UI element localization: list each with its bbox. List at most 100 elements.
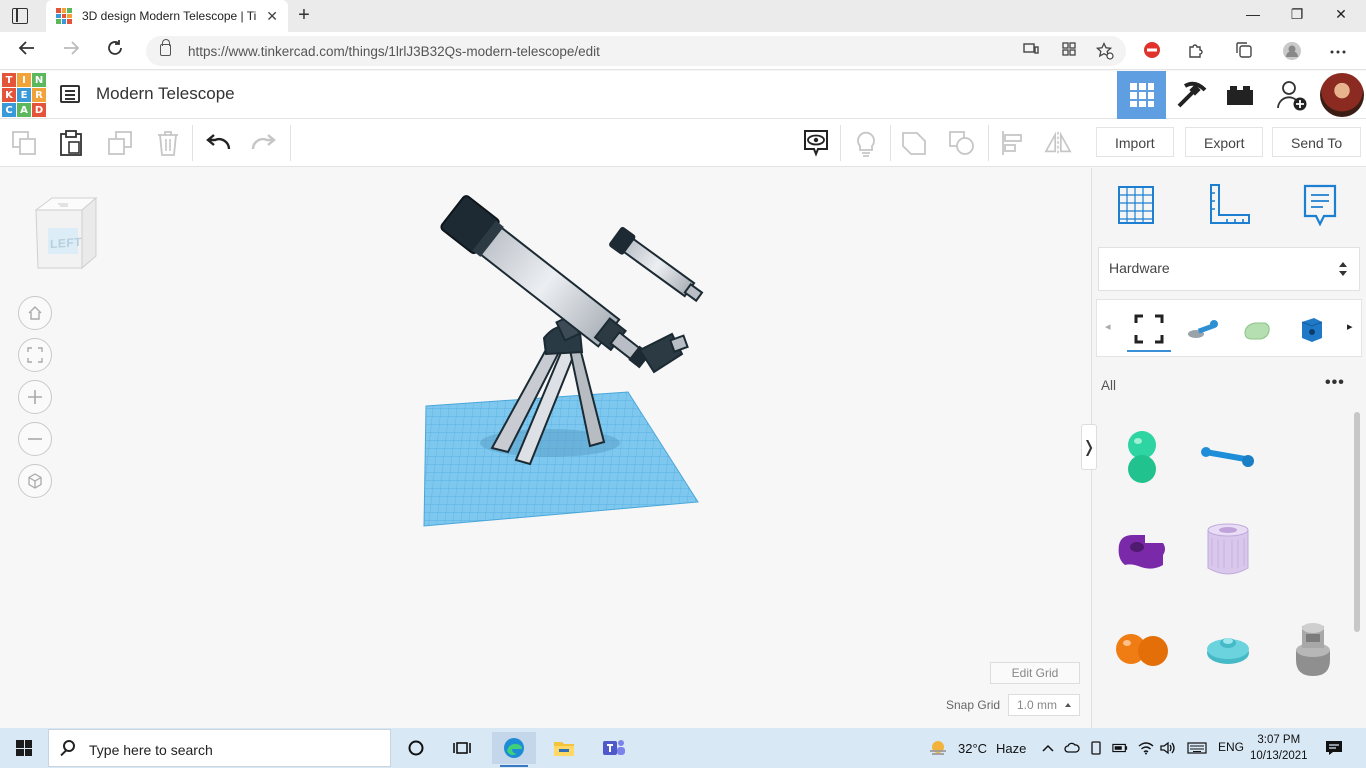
zoom-in-button[interactable] — [18, 380, 52, 414]
group-shapes-icon[interactable] — [900, 129, 928, 157]
workplane-canvas[interactable]: LEFT Edit Grid Snap Grid 1.0 mm — [0, 168, 1090, 728]
show-hidden-icons-chevron-icon[interactable] — [1040, 740, 1056, 756]
library-category-strip: ◂ ▸ — [1096, 299, 1362, 357]
minus-icon — [28, 438, 42, 440]
device-icon[interactable] — [1088, 740, 1104, 756]
invite-user-button[interactable] — [1268, 71, 1317, 119]
category-all-button[interactable] — [1127, 308, 1171, 352]
delete-trash-icon[interactable] — [154, 129, 182, 157]
notes-visibility-icon[interactable] — [802, 129, 830, 157]
browser-menu-icon[interactable] — [1328, 41, 1348, 61]
keyboard-icon[interactable] — [1186, 740, 1208, 756]
close-window-button[interactable]: ✕ — [1326, 6, 1356, 26]
shape-lavender-spool[interactable] — [1193, 514, 1263, 584]
apps-icon[interactable] — [1060, 42, 1078, 60]
import-button[interactable]: Import — [1096, 127, 1174, 157]
task-view-icon[interactable] — [440, 732, 484, 764]
edge-taskbar-icon[interactable] — [492, 732, 536, 767]
telescope-model[interactable] — [410, 168, 720, 538]
ruler-tool-button[interactable] — [1206, 182, 1252, 228]
snap-grid-value: 1.0 mm — [1017, 698, 1058, 712]
extensions-puzzle-icon[interactable] — [1186, 41, 1206, 61]
grid-view-icon — [1129, 83, 1154, 107]
minimize-button[interactable]: — — [1238, 6, 1268, 26]
tab-close-icon[interactable]: ✕ — [266, 8, 278, 25]
redo-icon[interactable] — [250, 129, 278, 157]
send-to-button[interactable]: Send To — [1272, 127, 1362, 157]
url-text: https://www.tinkercad.com/things/1lrlJ3B… — [188, 44, 600, 59]
refresh-icon[interactable] — [102, 38, 128, 64]
collections-icon[interactable] — [1234, 41, 1254, 61]
duplicate-icon[interactable] — [106, 129, 134, 157]
lightbulb-icon[interactable] — [852, 129, 880, 157]
weather-haze-icon[interactable] — [928, 738, 948, 758]
battery-icon[interactable] — [1112, 740, 1128, 756]
collapse-panel-button[interactable]: ❭ — [1081, 424, 1097, 470]
notifications-icon[interactable] — [1324, 740, 1344, 756]
edit-grid-button[interactable]: Edit Grid — [990, 662, 1080, 684]
undo-icon[interactable] — [204, 129, 232, 157]
shape-orange-double-sphere[interactable] — [1107, 614, 1177, 684]
browser-tab[interactable]: 3D design Modern Telescope | Ti ✕ — [46, 0, 288, 32]
profile-icon[interactable] — [1282, 41, 1302, 61]
reading-view-icon[interactable] — [1022, 42, 1040, 60]
design-title[interactable]: Modern Telescope — [96, 84, 235, 104]
logo-letter-e: E — [17, 88, 31, 102]
align-icon[interactable] — [998, 129, 1026, 157]
paste-icon[interactable] — [57, 129, 85, 157]
strip-next-icon[interactable]: ▸ — [1347, 320, 1353, 333]
new-tab-button[interactable]: + — [292, 4, 316, 28]
category-bolts-button[interactable] — [1181, 308, 1225, 352]
user-avatar[interactable] — [1320, 73, 1364, 117]
forward-arrow-icon[interactable] — [58, 38, 84, 64]
weather-description[interactable]: Haze — [996, 741, 1026, 756]
tinkercad-logo[interactable]: TIN KER CAD — [2, 73, 46, 117]
cube-icon — [28, 473, 42, 489]
pickaxe-icon — [1177, 81, 1206, 108]
notes-tool-button[interactable] — [1297, 182, 1343, 228]
adblock-extension-icon[interactable] — [1142, 41, 1162, 61]
taskbar-search-box[interactable]: Type here to search — [48, 729, 391, 767]
3d-design-view-button[interactable] — [1117, 71, 1166, 119]
cortana-icon[interactable] — [394, 732, 438, 764]
shape-teal-knob[interactable] — [1193, 614, 1263, 684]
zoom-out-button[interactable] — [18, 422, 52, 456]
wifi-icon[interactable] — [1138, 740, 1154, 756]
input-language[interactable]: ENG — [1218, 740, 1244, 754]
file-explorer-icon[interactable] — [542, 732, 586, 764]
home-view-button[interactable] — [18, 296, 52, 330]
volume-icon[interactable] — [1160, 740, 1176, 756]
export-button[interactable]: Export — [1185, 127, 1264, 157]
design-menu-icon[interactable] — [60, 85, 80, 103]
url-field[interactable]: https://www.tinkercad.com/things/1lrlJ3B… — [146, 36, 1126, 66]
tab-actions-icon[interactable] — [12, 8, 28, 24]
ungroup-shapes-icon[interactable] — [948, 129, 976, 157]
panel-scrollbar[interactable] — [1354, 412, 1360, 632]
bricks-button[interactable] — [1215, 71, 1264, 119]
shape-purple-bracket[interactable] — [1107, 514, 1177, 584]
onedrive-cloud-icon[interactable] — [1064, 740, 1080, 756]
category-blocks-button[interactable] — [1289, 308, 1333, 352]
more-options-button[interactable]: ••• — [1325, 374, 1345, 392]
projection-toggle-button[interactable] — [18, 464, 52, 498]
copy-icon[interactable] — [10, 129, 38, 157]
category-clips-button[interactable] — [1235, 308, 1279, 352]
fit-view-button[interactable] — [18, 338, 52, 372]
shape-blue-axle[interactable] — [1193, 422, 1263, 492]
shape-gray-valve[interactable] — [1278, 614, 1348, 684]
shape-green-double-sphere[interactable] — [1107, 422, 1177, 492]
favorite-star-icon[interactable] — [1095, 41, 1114, 60]
plus-icon — [28, 390, 42, 404]
strip-prev-icon[interactable]: ◂ — [1105, 320, 1111, 333]
taskbar-clock[interactable]: 3:07 PM 10/13/2021 — [1250, 732, 1308, 764]
shape-library-select[interactable]: Hardware — [1098, 247, 1360, 291]
tinker-button[interactable] — [1166, 71, 1215, 119]
workplane-tool-button[interactable] — [1113, 182, 1159, 228]
mirror-icon[interactable] — [1044, 129, 1072, 157]
snap-grid-select[interactable]: 1.0 mm — [1008, 694, 1080, 716]
windows-start-icon[interactable] — [16, 740, 32, 756]
back-arrow-icon[interactable] — [14, 38, 40, 64]
weather-temperature[interactable]: 32°C — [958, 741, 987, 756]
teams-icon[interactable] — [592, 732, 636, 764]
maximize-button[interactable]: ❐ — [1282, 6, 1312, 26]
